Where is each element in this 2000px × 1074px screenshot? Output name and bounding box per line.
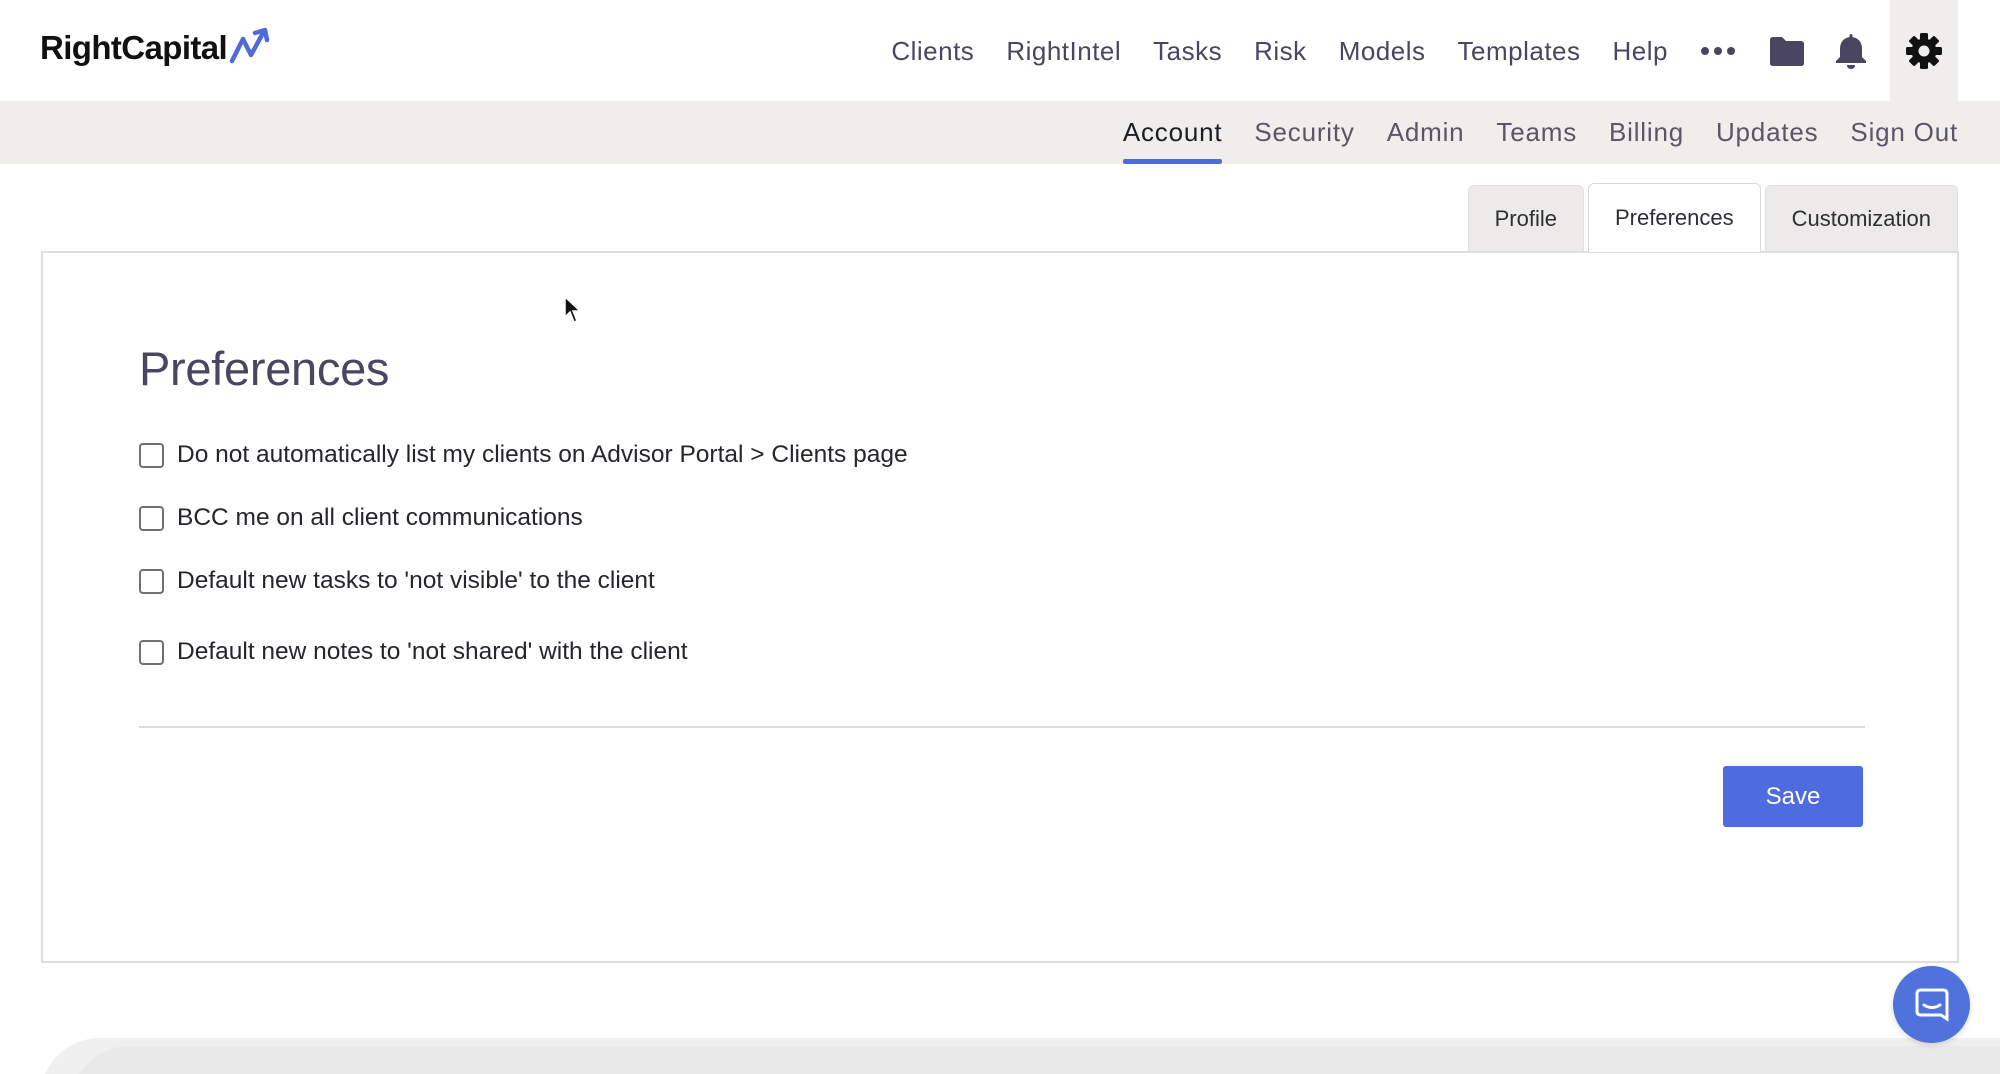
tab-customization[interactable]: Customization [1764,185,1958,252]
nav-risk[interactable]: Risk [1254,36,1307,67]
subnav-security[interactable]: Security [1254,101,1354,164]
tasks-not-visible-checkbox[interactable] [139,568,164,594]
settings-button[interactable] [1890,0,1958,101]
preference-label: Default new notes to 'not shared' with t… [177,638,688,665]
preference-label: BCC me on all client communications [177,504,583,531]
bottom-shadow-inner [70,1046,2000,1074]
save-button[interactable]: Save [1723,766,1863,827]
account-subnav-bar: Account Security Admin Teams Billing Upd… [0,101,2000,164]
folder-icon[interactable] [1768,31,1806,71]
logo-arrow-icon [229,27,270,64]
preference-label: Do not automatically list my clients on … [177,441,908,468]
subnav-billing[interactable]: Billing [1609,101,1684,164]
bell-icon[interactable] [1834,31,1868,71]
subnav-account[interactable]: Account [1122,101,1223,164]
chat-launcher-button[interactable] [1893,966,1970,1043]
subnav-sign-out[interactable]: Sign Out [1850,101,1958,164]
page-title: Preferences [139,342,390,395]
hide-clients-checkbox[interactable] [139,442,164,468]
top-header: RightCapital Clients RightIntel Tasks Ri… [0,0,2000,101]
main-nav: Clients RightIntel Tasks Risk Models Tem… [891,28,1882,74]
chat-icon [1915,988,1948,1022]
bcc-me-checkbox[interactable] [139,505,164,531]
mouse-cursor-icon [564,296,582,323]
logo-text: RightCapital [40,29,228,66]
subnav-admin[interactable]: Admin [1387,101,1465,164]
subnav-updates[interactable]: Updates [1716,101,1818,164]
preference-option[interactable]: Do not automatically list my clients on … [139,441,908,469]
nav-templates[interactable]: Templates [1458,36,1581,67]
subnav-teams[interactable]: Teams [1496,101,1577,164]
preference-option[interactable]: Default new tasks to 'not visible' to th… [139,567,655,595]
more-icon[interactable] [1700,31,1736,71]
preferences-card: Preferences Do not automatically list my… [41,251,1959,963]
divider [139,726,1865,728]
logo[interactable]: RightCapital [40,24,273,72]
nav-help[interactable]: Help [1613,36,1668,67]
account-subnav: Account Security Admin Teams Billing Upd… [1091,101,1958,164]
account-tabs: Profile Preferences Customization [1464,183,1958,252]
notes-not-shared-checkbox[interactable] [139,639,164,665]
nav-clients[interactable]: Clients [891,36,974,67]
gear-icon [1906,32,1942,69]
preference-option[interactable]: BCC me on all client communications [139,504,583,532]
nav-models[interactable]: Models [1339,36,1426,67]
preference-option[interactable]: Default new notes to 'not shared' with t… [139,638,688,666]
tab-profile[interactable]: Profile [1467,185,1584,252]
nav-rightintel[interactable]: RightIntel [1006,36,1121,67]
nav-tasks[interactable]: Tasks [1153,36,1222,67]
tab-preferences[interactable]: Preferences [1587,183,1761,252]
preference-label: Default new tasks to 'not visible' to th… [177,567,655,594]
